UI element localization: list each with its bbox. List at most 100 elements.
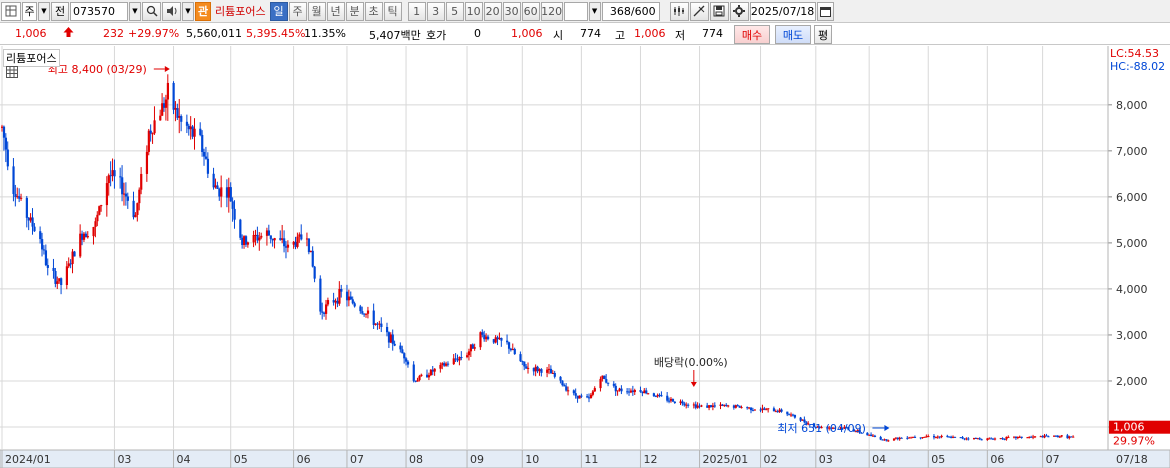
minute-button-1[interactable]: 1	[407, 1, 426, 21]
calendar-icon[interactable]	[816, 1, 834, 21]
period-tab-2[interactable]: 월	[307, 1, 326, 21]
speaker-icon[interactable]	[162, 1, 181, 21]
candle-chart-svg[interactable]: 1,0002,0003,0004,0005,0006,0007,0008,000…	[0, 46, 1170, 468]
period-tab-3[interactable]: 년	[326, 1, 345, 21]
candle-body	[666, 395, 669, 401]
gear-icon[interactable]	[729, 1, 749, 21]
candle-body	[1058, 436, 1061, 438]
period-tab-0[interactable]: 일	[269, 1, 288, 21]
minute-button-30[interactable]: 30	[502, 1, 521, 21]
candle-body	[936, 436, 939, 438]
candle-body	[180, 116, 183, 122]
minute-button-20[interactable]: 20	[483, 1, 502, 21]
minute-button-3[interactable]: 3	[426, 1, 445, 21]
minute-button-120[interactable]: 120	[540, 1, 563, 21]
candle-body	[372, 310, 375, 325]
candle-body	[658, 394, 661, 396]
candle-body	[82, 233, 86, 240]
candle-body	[978, 438, 981, 440]
prefix-button[interactable]: 전	[51, 1, 69, 21]
speaker-dropdown-icon[interactable]: ▼	[182, 1, 194, 21]
interval-dropdown-icon[interactable]: ▼	[588, 1, 601, 21]
candle-body	[492, 339, 495, 343]
sell-button[interactable]: 매도	[775, 25, 811, 44]
current-price: 1,006	[15, 27, 47, 40]
stock-code-dropdown-icon[interactable]: ▼	[129, 1, 141, 21]
candle-body	[107, 175, 110, 184]
period-tab-5[interactable]: 초	[364, 1, 383, 21]
market-type-select[interactable]: 주	[22, 1, 37, 21]
candle-body	[791, 414, 795, 416]
candle-body	[772, 408, 776, 412]
search-icon[interactable]	[142, 1, 161, 21]
candle-body	[776, 411, 779, 413]
volume-change-pct: 5,395.45%	[246, 27, 306, 40]
candle-body	[643, 390, 646, 394]
candle-body	[323, 312, 326, 314]
interval-input[interactable]	[563, 1, 588, 21]
candle-body	[898, 437, 901, 440]
candle-body	[1001, 438, 1004, 440]
count-display[interactable]: 368/600	[601, 1, 660, 21]
table-icon[interactable]	[6, 66, 18, 81]
price-chart[interactable]: 1,0002,0003,0004,0005,0006,0007,0008,000…	[0, 46, 1170, 468]
chart-settings-icon[interactable]	[669, 1, 689, 21]
avg-button[interactable]: 평	[814, 25, 832, 44]
date-input[interactable]: 2025/07/18	[749, 1, 816, 21]
candle-body	[174, 108, 177, 110]
draw-tool-icon[interactable]	[689, 1, 709, 21]
candle-body	[679, 401, 682, 403]
period-tab-6[interactable]: 틱	[383, 1, 402, 21]
candle-body	[254, 234, 257, 236]
save-icon[interactable]	[709, 1, 729, 21]
y-tick-label: 2,000	[1116, 375, 1148, 388]
period-tab-1[interactable]: 주	[288, 1, 307, 21]
candle-body	[536, 366, 539, 372]
stock-name: 리튬포어스	[215, 5, 266, 18]
candle-body	[233, 208, 236, 220]
candle-body	[366, 310, 370, 314]
candle-body	[1005, 436, 1008, 440]
x-tick-label: 07	[1046, 453, 1060, 466]
candle-body	[218, 188, 221, 197]
candle-body	[159, 115, 162, 121]
candle-body	[706, 405, 709, 408]
minute-button-5[interactable]: 5	[445, 1, 464, 21]
candle-body	[52, 267, 55, 271]
grid-menu-icon[interactable]	[1, 1, 21, 21]
candle-body	[763, 408, 766, 410]
candle-body	[696, 405, 699, 408]
candle-body	[256, 234, 259, 241]
candle-body	[527, 367, 530, 369]
candle-body	[473, 347, 476, 349]
candle-body	[788, 414, 791, 416]
minute-button-60[interactable]: 60	[521, 1, 540, 21]
candle-body	[71, 251, 74, 264]
candle-body	[267, 230, 271, 236]
candle-body	[946, 435, 949, 437]
candle-body	[460, 357, 463, 359]
buy-button[interactable]: 매수	[734, 25, 770, 44]
candle-body	[378, 323, 381, 325]
current-price-label: 1,006	[1113, 421, 1145, 434]
x-tick-label: 12	[643, 453, 657, 466]
candle-body	[279, 238, 282, 240]
market-type-dropdown-icon[interactable]: ▼	[38, 1, 50, 21]
chart-window: 주 ▼ 전 073570 ▼ ▼ 관 리튬포어스 일주월년분초틱 1 3 5 10 20…	[0, 0, 1170, 468]
candle-body	[574, 393, 577, 396]
managed-stock-badge: 관	[195, 1, 211, 21]
candle-body	[18, 196, 21, 199]
stock-code-input[interactable]: 073570	[70, 1, 128, 21]
candle-body	[605, 379, 608, 383]
candle-body	[225, 187, 229, 198]
candle-body	[746, 407, 749, 409]
candle-body	[380, 323, 383, 327]
minute-button-10[interactable]: 10	[464, 1, 483, 21]
candle-body	[496, 337, 499, 340]
candle-body	[1070, 436, 1073, 438]
period-tab-4[interactable]: 분	[345, 1, 364, 21]
candle-body	[589, 394, 593, 399]
candle-body	[243, 236, 246, 245]
candle-body	[41, 239, 44, 250]
candle-body	[868, 434, 871, 436]
